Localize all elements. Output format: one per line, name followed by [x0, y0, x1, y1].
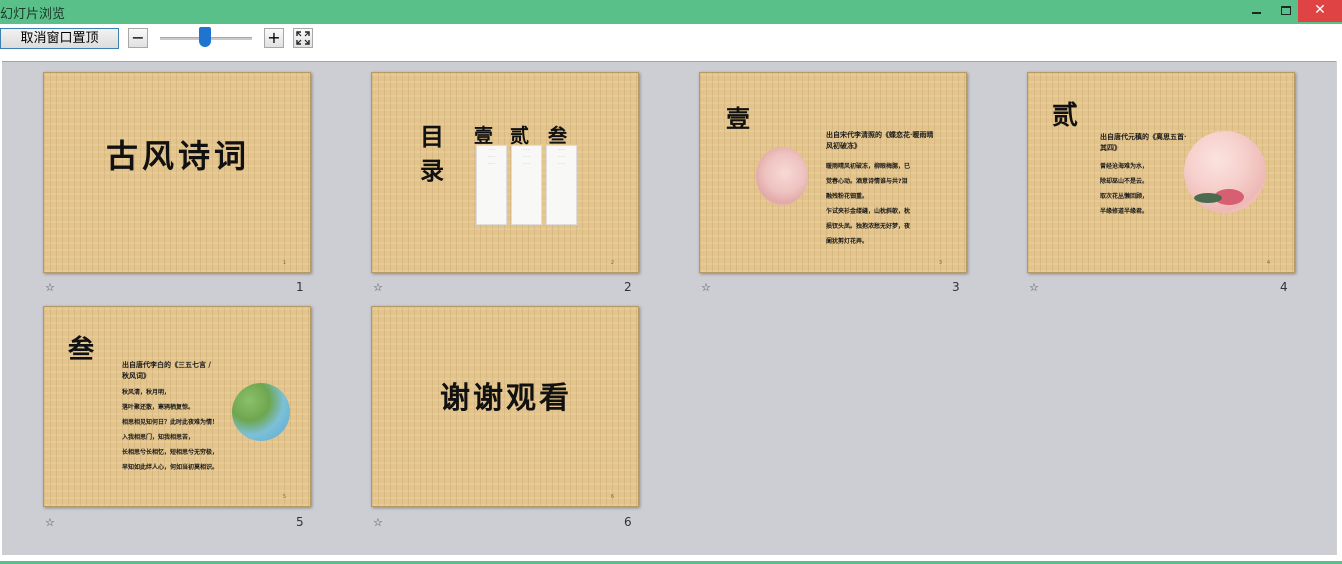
close-button[interactable]: ✕ — [1298, 0, 1342, 22]
slide-thumbnail-4[interactable]: 贰 出自唐代元稹的《离思五首·其四》 曾经沧海难为水， 除却巫山不是云。 取次花… — [1027, 72, 1295, 273]
fit-window-button[interactable] — [293, 28, 313, 48]
toc-card-3: · · · · · · · · · — [546, 145, 577, 225]
poem-line: 融残粉花钿重。 — [826, 193, 869, 200]
toc-card-2: · · · · · · · · · — [511, 145, 542, 225]
slide-heading: 叁 — [68, 335, 95, 365]
poem-lines: 秋风清，秋月明， 落叶聚还散，寒鸦栖复惊。 相思相见知何日？此时此夜难为情！ 入… — [122, 385, 240, 475]
poem-line: 乍试夹衫金缕缝，山枕斜欹，枕 — [826, 208, 911, 215]
slide-subtitle: 出自唐代李白的《三五七言 / 秋风词》 — [122, 360, 211, 380]
poem-line: 秋风清，秋月明， — [122, 389, 171, 396]
slide-footer-number: 4 — [1266, 260, 1270, 266]
slide-number: 6 — [624, 515, 632, 529]
toc-card-1: · · · · · · · · · — [476, 145, 507, 225]
slide-number: 5 — [296, 515, 304, 529]
toc-title-a: 目 — [420, 122, 444, 151]
slide-thumbnail-2[interactable]: 目 录 壹 贰 叁 · · · · · · · · · · · · · · · · · … — [371, 72, 639, 273]
poem-line: 相思相见知何日？此时此夜难为情！ — [122, 419, 219, 426]
poem-line: 阑犹剪灯花弄。 — [826, 238, 869, 245]
slide-number: 4 — [1280, 280, 1288, 294]
poem-line: 暖雨晴风初破冻，柳眼梅腮，已 — [826, 163, 911, 170]
star-icon[interactable]: ☆ — [1029, 281, 1039, 294]
poem-line: 损钗头凤。独抱浓愁无好梦，夜 — [826, 223, 911, 230]
poem-line: 落叶聚还散，寒鸦栖复惊。 — [122, 404, 195, 411]
poem-line: 半缘修道半缘君。 — [1100, 208, 1149, 215]
title-bar: 幻灯片浏览 ✕ — [0, 0, 1342, 24]
slide-subtitle: 出自宋代李清照的《蝶恋花·暖雨晴风初破冻》 — [826, 130, 934, 150]
slide-title: 谢谢观看 — [440, 381, 572, 416]
star-icon[interactable]: ☆ — [701, 281, 711, 294]
poem-line: 觉春心动。酒意诗情谁与共?泪 — [826, 178, 908, 185]
slide-subtitle: 出自唐代元稹的《离思五首·其四》 — [1100, 132, 1187, 152]
toc-section-1: 壹 — [474, 125, 494, 147]
slide-heading: 贰 — [1052, 101, 1079, 131]
slide-thumbnail-3[interactable]: 壹 出自宋代李清照的《蝶恋花·暖雨晴风初破冻》 暖雨晴风初破冻，柳眼梅腮，已 觉… — [699, 72, 967, 273]
star-icon[interactable]: ☆ — [45, 516, 55, 529]
maximize-button[interactable] — [1272, 0, 1300, 22]
slide-thumbnail-6[interactable]: 谢谢观看 6 — [371, 306, 639, 507]
minimize-icon — [1251, 12, 1261, 14]
peony-image — [1184, 131, 1266, 213]
zoom-in-button[interactable]: + — [264, 28, 284, 48]
right-edge — [1336, 61, 1342, 555]
star-icon[interactable]: ☆ — [373, 516, 383, 529]
slide-footer-number: 6 — [610, 494, 614, 500]
unpin-window-button[interactable]: 取消窗口置顶 — [0, 28, 119, 49]
toolbar: 取消窗口置顶 − + — [0, 24, 1342, 60]
slide-number: 2 — [624, 280, 632, 294]
slide-number: 3 — [952, 280, 960, 294]
poem-lines: 暖雨晴风初破冻，柳眼梅腮，已 觉春心动。酒意诗情谁与共?泪 融残粉花钿重。 乍试… — [826, 159, 956, 249]
poem-lines: 曾经沧海难为水， 除却巫山不是云。 取次花丛懒回顾， 半缘修道半缘君。 — [1100, 159, 1190, 219]
close-icon: ✕ — [1314, 2, 1326, 18]
slide-heading: 壹 — [726, 104, 750, 133]
maximize-icon — [1281, 5, 1291, 15]
slide-number: 1 — [296, 280, 304, 294]
poem-line: 曾经沧海难为水， — [1100, 163, 1149, 170]
zoom-out-button[interactable]: − — [128, 28, 148, 48]
slide-thumbnail-1[interactable]: 古风诗词 1 — [43, 72, 311, 273]
slide-footer-number: 1 — [282, 260, 286, 266]
slide-footer-number: 2 — [610, 260, 614, 266]
poem-line: 早知如此绊人心，何如当初莫相识。 — [122, 464, 219, 471]
poem-line: 取次花丛懒回顾， — [1100, 193, 1149, 200]
slide-thumbnail-5[interactable]: 叁 出自唐代李白的《三五七言 / 秋风词》 秋风清，秋月明， 落叶聚还散，寒鸦栖… — [43, 306, 311, 507]
star-icon[interactable]: ☆ — [373, 281, 383, 294]
poem-line: 长相思兮长相忆，短相思兮无穷极， — [122, 449, 219, 456]
minimize-button[interactable] — [1240, 0, 1272, 22]
slide-title: 古风诗词 — [105, 137, 250, 175]
window-title: 幻灯片浏览 — [0, 7, 66, 22]
lotus-leaf-image — [232, 383, 290, 441]
poem-line: 入我相思门，知我相思苦， — [122, 434, 195, 441]
toc-section-3: 叁 — [548, 125, 568, 147]
slide-footer-number: 3 — [938, 260, 942, 266]
poem-line: 除却巫山不是云。 — [1100, 178, 1149, 185]
leaf-shape — [1194, 193, 1222, 203]
toc-title-b: 录 — [420, 156, 444, 185]
star-icon[interactable]: ☆ — [45, 281, 55, 294]
slide-footer-number: 5 — [282, 494, 286, 500]
blossom-image — [756, 147, 808, 205]
zoom-slider-thumb[interactable] — [199, 27, 211, 47]
toc-section-2: 贰 — [510, 125, 530, 147]
fit-to-window-icon — [296, 31, 310, 45]
